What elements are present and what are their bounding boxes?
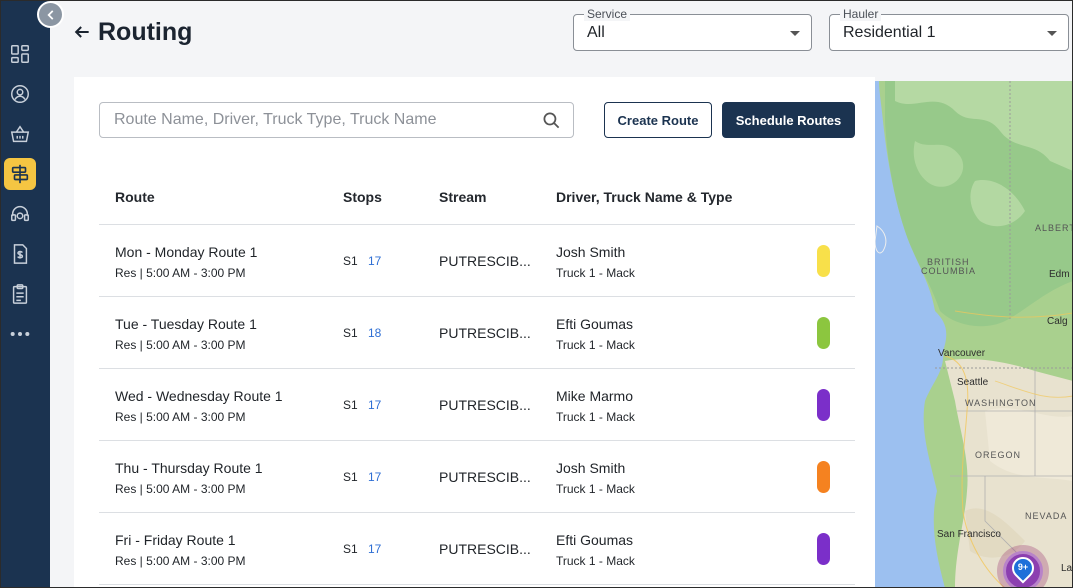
map-label-san-francisco: San Francisco	[937, 529, 1001, 540]
search-icon[interactable]	[542, 111, 561, 130]
stream-name: PUTRESCIB...	[439, 397, 531, 413]
route-color-indicator[interactable]	[817, 533, 830, 565]
more-icon[interactable]	[4, 318, 36, 350]
route-time: Res | 5:00 AM - 3:00 PM	[115, 266, 246, 280]
map-label-alberta: ALBERT	[1035, 223, 1073, 233]
caret-down-icon	[1047, 31, 1057, 36]
driver-name: Efti Goumas	[556, 532, 634, 548]
routing-icon[interactable]	[4, 158, 36, 190]
route-name: Mon - Monday Route 1	[115, 244, 258, 260]
cluster-count: 9+	[1017, 562, 1029, 572]
table-row[interactable]: Mon - Monday Route 1 Res | 5:00 AM - 3:00…	[99, 225, 855, 297]
route-time: Res | 5:00 AM - 3:00 PM	[115, 410, 246, 424]
stop-code: S1	[343, 542, 358, 556]
billing-icon[interactable]	[4, 238, 36, 270]
stop-count-link[interactable]: 17	[368, 470, 381, 484]
route-time: Res | 5:00 AM - 3:00 PM	[115, 482, 246, 496]
stop-count-link[interactable]: 18	[368, 326, 381, 340]
stream-name: PUTRESCIB...	[439, 469, 531, 485]
map-label-oregon: OREGON	[975, 450, 1022, 460]
stream-name: PUTRESCIB...	[439, 253, 531, 269]
column-header-stops[interactable]: Stops	[343, 189, 382, 205]
route-time: Res | 5:00 AM - 3:00 PM	[115, 554, 246, 568]
table-row[interactable]: Fri - Friday Route 1 Res | 5:00 AM - 3:00…	[99, 513, 855, 585]
stop-count-link[interactable]: 17	[368, 542, 381, 556]
stop-code: S1	[343, 470, 358, 484]
map-label-bc-line2: COLUMBIA	[921, 266, 977, 276]
route-map[interactable]: ALBERT BRITISH COLUMBIA Edm Calg Vancouv…	[875, 81, 1073, 588]
driver-name: Josh Smith	[556, 244, 626, 260]
stream-name: PUTRESCIB...	[439, 325, 531, 341]
map-label-la: La	[1061, 563, 1073, 574]
stop-code: S1	[343, 326, 358, 340]
map-label-edmonton: Edm	[1049, 269, 1070, 280]
map-label-washington: WASHINGTON	[965, 398, 1037, 408]
route-time: Res | 5:00 AM - 3:00 PM	[115, 338, 246, 352]
stop-code: S1	[343, 398, 358, 412]
hauler-select-value: Residential 1	[843, 24, 936, 41]
route-color-indicator[interactable]	[817, 461, 830, 493]
table-row[interactable]: Tue - Tuesday Route 1 Res | 5:00 AM - 3:0…	[99, 297, 855, 369]
route-name: Fri - Friday Route 1	[115, 532, 236, 548]
search-input[interactable]	[114, 111, 534, 129]
service-select-label: Service	[584, 7, 631, 21]
route-color-indicator[interactable]	[817, 245, 830, 277]
back-arrow-icon[interactable]	[72, 22, 92, 42]
chevron-left-icon	[46, 9, 53, 20]
service-select[interactable]: Service All	[573, 7, 812, 51]
collapse-sidebar-button[interactable]	[37, 1, 64, 28]
column-header-driver[interactable]: Driver, Truck Name & Type	[556, 189, 732, 205]
stop-count-link[interactable]: 17	[368, 254, 381, 268]
create-route-button[interactable]: Create Route	[604, 102, 712, 138]
driver-name: Josh Smith	[556, 460, 626, 476]
hauler-select[interactable]: Hauler Residential 1	[829, 7, 1069, 51]
route-name: Tue - Tuesday Route 1	[115, 316, 257, 332]
map-label-seattle: Seattle	[957, 377, 989, 388]
checklist-icon[interactable]	[4, 278, 36, 310]
truck-name: Truck 1 - Mack	[556, 266, 635, 280]
truck-name: Truck 1 - Mack	[556, 482, 635, 496]
column-header-route[interactable]: Route	[115, 189, 155, 205]
driver-name: Mike Marmo	[556, 388, 634, 404]
search-box	[99, 102, 574, 138]
page-title: Routing	[98, 18, 193, 46]
dashboard-icon[interactable]	[4, 38, 36, 70]
truck-name: Truck 1 - Mack	[556, 410, 635, 424]
customer-icon[interactable]	[4, 78, 36, 110]
stop-code: S1	[343, 254, 358, 268]
truck-name: Truck 1 - Mack	[556, 554, 635, 568]
routes-table: Route Stops Stream Driver, Truck Name & …	[99, 173, 855, 585]
table-row[interactable]: Thu - Thursday Route 1 Res | 5:00 AM - 3:…	[99, 441, 855, 513]
route-name: Wed - Wednesday Route 1	[115, 388, 283, 404]
map-label-vancouver: Vancouver	[938, 348, 986, 359]
caret-down-icon	[790, 31, 800, 36]
stop-count-link[interactable]: 17	[368, 398, 381, 412]
hauler-select-label: Hauler	[840, 7, 882, 21]
stream-name: PUTRESCIB...	[439, 541, 531, 557]
route-color-indicator[interactable]	[817, 317, 830, 349]
table-header: Route Stops Stream Driver, Truck Name & …	[99, 173, 855, 225]
sidebar	[0, 0, 50, 588]
support-icon[interactable]	[4, 198, 36, 230]
service-select-value: All	[587, 24, 605, 41]
schedule-routes-button[interactable]: Schedule Routes	[722, 102, 855, 138]
routes-panel: Create Route Schedule Routes Route Stops…	[74, 77, 875, 588]
truck-name: Truck 1 - Mack	[556, 338, 635, 352]
basket-icon[interactable]	[4, 118, 36, 150]
route-name: Thu - Thursday Route 1	[115, 460, 263, 476]
column-header-stream[interactable]: Stream	[439, 189, 486, 205]
table-row[interactable]: Wed - Wednesday Route 1 Res | 5:00 AM - 3…	[99, 369, 855, 441]
map-label-nevada: NEVADA	[1025, 511, 1068, 521]
route-color-indicator[interactable]	[817, 389, 830, 421]
page-header: Routing Service All Hauler Residential 1	[50, 0, 1073, 76]
driver-name: Efti Goumas	[556, 316, 634, 332]
map-cluster-marker[interactable]: 9+	[997, 545, 1049, 588]
map-label-calgary: Calg	[1047, 316, 1068, 327]
